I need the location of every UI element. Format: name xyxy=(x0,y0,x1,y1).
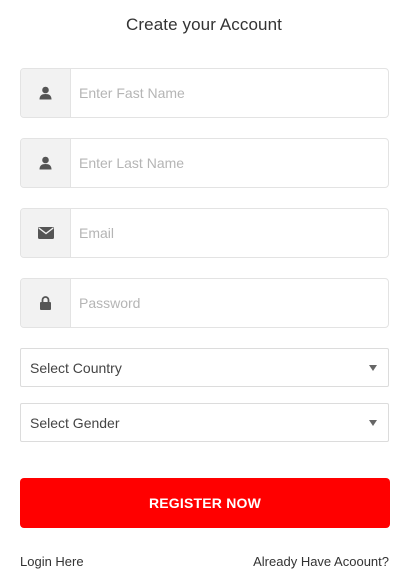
gender-select[interactable]: Select Gender xyxy=(20,403,389,442)
first-name-input[interactable] xyxy=(71,69,388,117)
caret-down-icon xyxy=(369,419,377,426)
password-addon xyxy=(21,279,71,327)
first-name-field-group xyxy=(20,68,389,118)
password-field-group xyxy=(20,278,389,328)
form-title: Create your Account xyxy=(126,15,282,34)
email-field-group xyxy=(20,208,389,258)
first-name-addon xyxy=(21,69,71,117)
register-button[interactable]: REGISTER NOW xyxy=(20,478,390,528)
envelope-icon xyxy=(37,227,54,239)
gender-select-value: Select Gender xyxy=(30,414,120,431)
last-name-input[interactable] xyxy=(71,139,388,187)
registration-form: Create your Account Enter Fast Name Ente… xyxy=(0,0,408,579)
last-name-addon xyxy=(21,139,71,187)
already-have-account-link[interactable]: Already Have Acoount? xyxy=(253,554,389,569)
login-link[interactable]: Login Here xyxy=(20,554,84,569)
country-select[interactable]: Select Country xyxy=(20,348,389,387)
user-icon xyxy=(39,86,52,100)
lock-icon xyxy=(40,296,51,310)
last-name-field-group xyxy=(20,138,389,188)
email-addon xyxy=(21,209,71,257)
caret-down-icon xyxy=(369,364,377,371)
user-icon xyxy=(39,156,52,170)
country-select-value: Select Country xyxy=(30,359,122,376)
password-input[interactable] xyxy=(71,279,388,327)
email-input[interactable] xyxy=(71,209,388,257)
